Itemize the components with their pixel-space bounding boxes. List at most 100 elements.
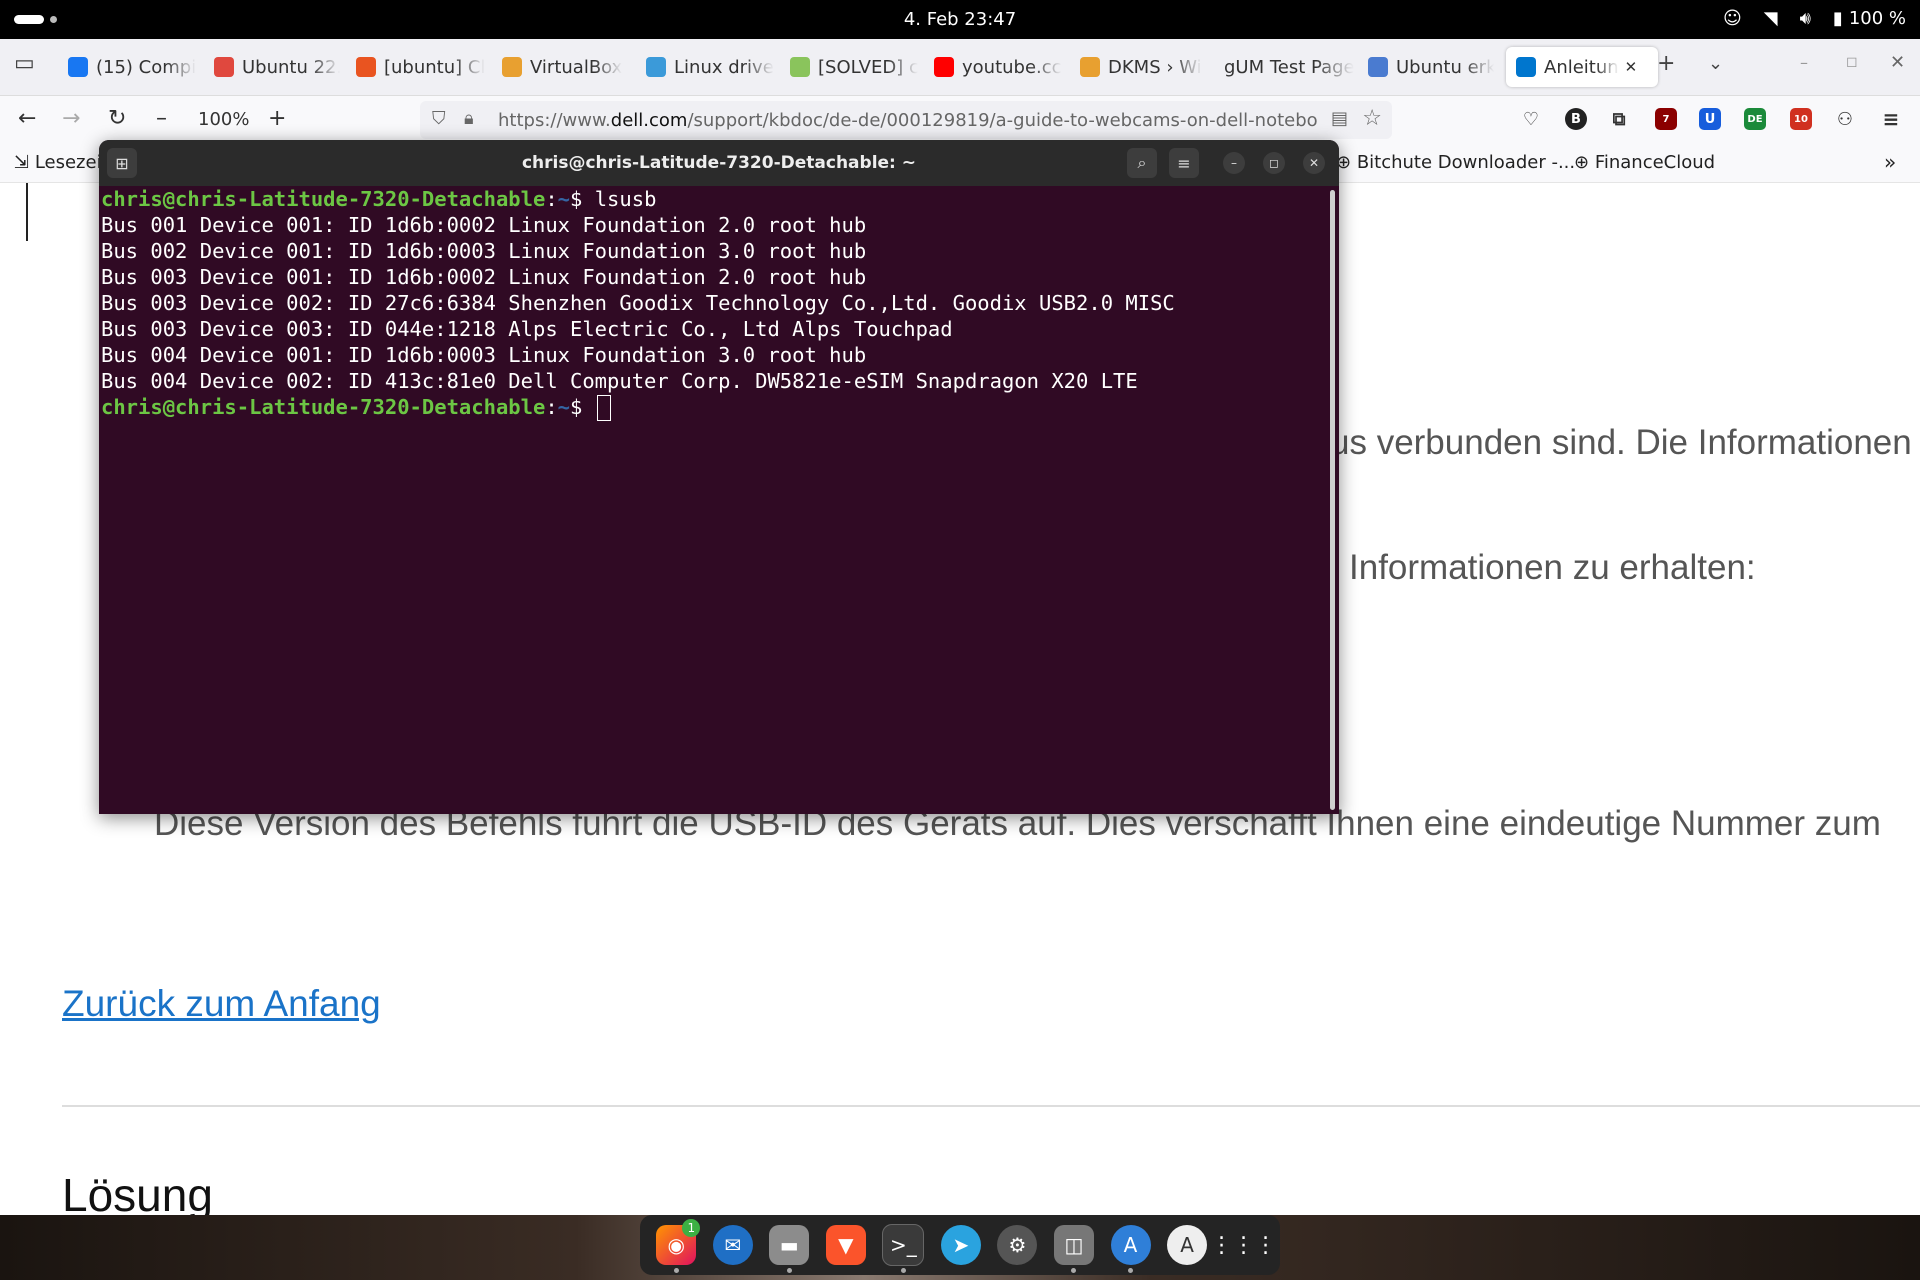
minimize-window-button[interactable]: –: [1800, 53, 1808, 72]
tab-1[interactable]: (15) Compi: [68, 47, 196, 87]
terminal-output[interactable]: chris@chris-Latitude-7320-Detachable:~$ …: [101, 186, 1321, 814]
list-tabs-chevron-icon[interactable]: ⌄: [1708, 53, 1723, 74]
b-extension-icon[interactable]: B: [1565, 108, 1587, 130]
terminal-minimize-button[interactable]: –: [1223, 152, 1245, 174]
terminal-output-line: Bus 003 Device 002: ID 27c6:6384 Shenzhe…: [101, 291, 1175, 315]
translate-de-icon[interactable]: DE: [1744, 108, 1766, 130]
tab-3[interactable]: [ubuntu] Cl: [356, 47, 486, 87]
firefox-icon[interactable]: ◉ 1: [656, 1219, 701, 1273]
wiki-icon: [502, 57, 522, 77]
url-path: /support/kbdoc/de-de/000129819/a-guide-t…: [687, 109, 1318, 131]
lock-icon[interactable]: 🔒︎: [464, 108, 474, 129]
firefox-badge: 1: [682, 1219, 701, 1237]
url-domain: dell.com: [610, 109, 688, 131]
show-apps-icon[interactable]: ⋮⋮⋮: [1211, 1225, 1277, 1265]
telegram-icon[interactable]: ➤: [940, 1225, 981, 1265]
tab-10[interactable]: Ubuntu erk: [1368, 47, 1494, 87]
maximize-window-button[interactable]: ◻: [1846, 54, 1858, 70]
files-icon[interactable]: ▬: [769, 1225, 810, 1273]
clock[interactable]: 4. Feb 23:47: [0, 9, 1920, 30]
text-cursor-line: [26, 183, 28, 241]
prompt-path: ~: [557, 395, 571, 419]
section-heading: Lösung: [62, 1169, 213, 1221]
terminal-headerbar[interactable]: ⊞ chris@chris-Latitude-7320-Detachable: …: [99, 140, 1339, 186]
terminal-command: lsusb: [594, 187, 657, 211]
tab-title: Ubuntu erk: [1396, 56, 1494, 78]
zoom-level[interactable]: 100%: [198, 109, 249, 130]
tab-9[interactable]: gUM Test Page: [1224, 47, 1354, 87]
system-tray[interactable]: ☺ ◥ 🔊︎ ▮ 100 %: [1723, 8, 1906, 29]
more-bookmarks-chevron-icon[interactable]: »: [1884, 150, 1896, 174]
terminal-prompt-line[interactable]: chris@chris-Latitude-7320-Detachable:~$: [101, 394, 1321, 421]
battery-icon: ▮: [1832, 8, 1843, 29]
terminal-output-line: Bus 004 Device 001: ID 1d6b:0003 Linux F…: [101, 343, 867, 367]
brave-icon[interactable]: ▼: [825, 1225, 866, 1265]
zoom-out-button[interactable]: –: [156, 106, 167, 131]
reload-button[interactable]: ↻: [108, 106, 126, 131]
close-window-button[interactable]: ✕: [1890, 52, 1905, 73]
terminal-close-button[interactable]: ✕: [1303, 152, 1325, 174]
back-button[interactable]: ←: [18, 106, 36, 131]
url-text[interactable]: https://www.dell.com/support/kbdoc/de-de…: [498, 110, 1318, 131]
pocket-icon[interactable]: ♡: [1520, 108, 1542, 130]
ubuntu-icon: [356, 57, 376, 77]
terminal-output-line: Bus 002 Device 001: ID 1d6b:0003 Linux F…: [101, 239, 867, 263]
terminal-output-line: Bus 003 Device 003: ID 044e:1218 Alps El…: [101, 317, 953, 341]
tab-2[interactable]: Ubuntu 22.: [214, 47, 340, 87]
terminal-scrollbar[interactable]: [1330, 190, 1335, 810]
bitwarden-icon[interactable]: U: [1699, 108, 1721, 130]
terminal-window[interactable]: ⊞ chris@chris-Latitude-7320-Detachable: …: [99, 140, 1339, 814]
account-icon[interactable]: ⚇: [1834, 108, 1856, 130]
shield-icon[interactable]: ⛉: [432, 108, 446, 129]
thunderbird-icon[interactable]: ✉: [712, 1225, 753, 1265]
settings-icon[interactable]: ⚙: [997, 1225, 1038, 1265]
wifi-icon: ◥: [1763, 8, 1778, 29]
hamburger-menu-icon[interactable]: ≡: [1880, 107, 1902, 131]
screenshot-icon[interactable]: ◫: [1053, 1225, 1094, 1273]
terminal-search-icon[interactable]: ⌕: [1127, 148, 1157, 178]
bookmark-star-icon[interactable]: ☆: [1362, 106, 1382, 131]
software-icon[interactable]: A: [1110, 1225, 1151, 1273]
tab-6[interactable]: [SOLVED] c: [790, 47, 918, 87]
extension-badge-icon[interactable]: 10: [1790, 108, 1812, 130]
prompt-user: chris@chris-Latitude-7320-Detachable: [101, 395, 546, 419]
address-bar[interactable]: ⛉ 🔒︎ https://www.dell.com/support/kbdoc/…: [420, 101, 1392, 139]
accessibility-icon[interactable]: ☺: [1723, 8, 1742, 29]
close-tab-icon[interactable]: ✕: [1625, 58, 1638, 76]
zoom-in-button[interactable]: +: [268, 106, 286, 131]
bookmarks-label: Lesezei: [34, 152, 102, 173]
facebook-icon: [68, 57, 88, 77]
bookmark-financecloud-label: FinanceCloud: [1594, 152, 1716, 173]
forward-button[interactable]: →: [62, 106, 80, 131]
page-text-fragment-1: us verbunden sind. Die Informationen: [1330, 423, 1912, 462]
terminal-menu-icon[interactable]: ≡: [1169, 148, 1199, 178]
tab-7[interactable]: youtube.cc: [934, 47, 1064, 87]
d-icon: [214, 57, 234, 77]
bookmarks-menu[interactable]: ⇲ Lesezei: [14, 152, 102, 173]
ublock-badge: 7: [1662, 113, 1670, 125]
terminal-icon[interactable]: >_: [882, 1224, 925, 1273]
tab-4[interactable]: VirtualBox: [502, 47, 630, 87]
running-indicator: [786, 1268, 792, 1273]
reader-view-icon[interactable]: ▤: [1331, 108, 1348, 129]
tab-11[interactable]: Anleitun ✕: [1506, 47, 1658, 87]
running-indicator: [1128, 1268, 1134, 1273]
tab-title: [ubuntu] Cl: [384, 56, 486, 78]
tab-5[interactable]: Linux drive: [646, 47, 774, 87]
tab-title: Ubuntu 22.: [242, 56, 340, 78]
tab-8[interactable]: DKMS › Wi: [1080, 47, 1208, 87]
bookmark-bitchute[interactable]: ⊕ Bitchute Downloader -...: [1336, 152, 1575, 173]
tab-title: [SOLVED] c: [818, 56, 918, 78]
new-tab-button[interactable]: +: [1657, 51, 1675, 76]
terminal-maximize-button[interactable]: ◻: [1263, 152, 1285, 174]
volume-icon: 🔊︎: [1799, 8, 1811, 29]
extensions-puzzle-icon[interactable]: ⧉: [1608, 108, 1630, 130]
mint-icon: [790, 57, 810, 77]
bookmark-bitchute-label: Bitchute Downloader -...: [1356, 152, 1576, 173]
bookmark-financecloud[interactable]: ⊕ FinanceCloud: [1574, 152, 1715, 173]
divider: [62, 1105, 1920, 1107]
app-center-icon[interactable]: A: [1167, 1225, 1208, 1265]
tab-overview-icon[interactable]: ▭: [14, 51, 35, 76]
back-to-top-link[interactable]: Zurück zum Anfang: [62, 983, 381, 1025]
ublock-icon[interactable]: 7: [1655, 108, 1677, 130]
